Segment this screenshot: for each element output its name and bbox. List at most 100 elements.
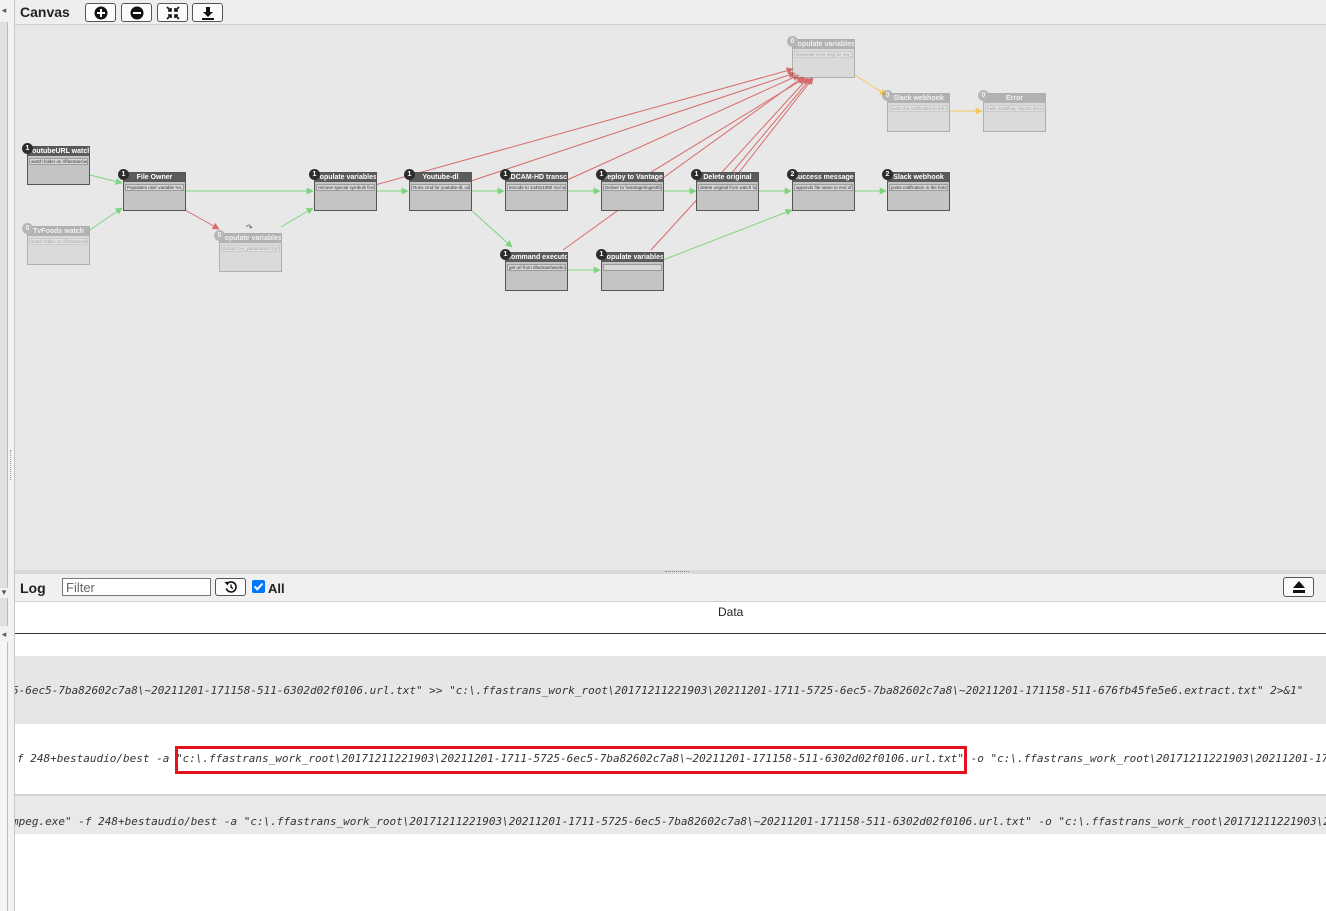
node-title: Error [984,94,1045,103]
canvas-title: Canvas [20,4,70,20]
node-title: XDCAM-HD transcode [506,173,567,182]
node-badge: 0 [882,90,893,101]
node-description: remove special symbols from input [316,184,375,191]
node-populate-variables-1[interactable]: 1 Populate variables remove special symbol… [309,169,377,211]
log-row-text: 5-6ec5-7ba82602c7a8\~20211201-171158-511… [15,684,1304,697]
log-table-header: Data [15,602,1326,634]
node-title: Populate variables [602,253,663,262]
node-badge: 1 [500,249,511,260]
node-slack-webhook-ghost[interactable]: 0 Slack webhook posts the notification in … [882,90,950,132]
node-title: Command executor [506,253,567,262]
success-edges [89,174,887,274]
zoom-in-icon [94,6,108,20]
node-tvfoods-watch[interactable]: 0 TvFoods watch watch folder on \\ffastran… [22,223,90,265]
log-filter-input[interactable] [62,578,211,596]
left-side-panel: ◂ ▾ ◂ [0,0,15,911]
node-youtube-url-watch[interactable]: 1 YoutubeURL watch watch folder on \\ffast… [22,143,90,185]
node-badge: 1 [596,169,607,180]
log-row[interactable]: mpeg.exe" -f 248+bestaudio/best -a "c:\.… [15,794,1326,834]
error-edges [184,67,814,251]
node-description: Deliver to \\vantage\ingest\fast [603,184,662,191]
node-description: encode to 1440x1080 mxf with [507,184,566,191]
node-title: Populate variables [220,234,281,243]
node-description: appends file name to end of success [794,184,853,191]
app-root: ◂ ▾ ◂ Canvas ↷ 1 YoutubeURL watch watch … [0,0,1326,911]
log-row[interactable]: f 248+bestaudio/best -a "c:\.ffastrans_w… [15,724,1326,794]
workflow-edges: ↷ [89,67,983,274]
eject-button[interactable] [1283,577,1314,597]
node-badge: 0 [214,230,225,241]
node-badge: 1 [118,169,129,180]
log-title: Log [20,580,46,596]
node-description: watch folder on \\ffastrans\watchfolders… [29,158,88,165]
node-delete-original[interactable]: 1 Delete original delete original from wat… [691,169,759,211]
node-badge: 1 [309,169,320,180]
node-description: Runs cmd for youtube-dl, uses url [411,184,470,191]
node-badge: 2 [882,169,893,180]
collapse-arrow-icon-2[interactable]: ▾ [0,586,8,598]
node-slack-webhook-1[interactable]: 2 Slack webhook posts notification in the … [882,169,950,211]
node-badge: 0 [22,223,33,234]
side-scrollbar-top[interactable] [0,22,8,588]
fit-to-screen-button[interactable] [157,3,188,22]
node-description: get url from dfastrans\workroot [507,264,566,271]
node-title: Deploy to Vantage [602,173,663,182]
node-description: delete original from watch folder [698,184,757,191]
collapse-arrow-icon-3[interactable]: ◂ [0,628,8,640]
column-header-data[interactable]: Data [718,605,743,619]
log-header: Log All [15,574,1326,602]
node-description: Populates user variable %s_owner [125,184,184,191]
node-badge: 0 [978,90,989,101]
node-description: watch folder on \\ffastrans\watchfolders… [29,238,88,245]
node-deploy-to-vantage[interactable]: 1 Deploy to Vantage Deliver to \\vantage\i… [596,169,664,211]
node-title: Populate variables [315,173,376,182]
node-error-node[interactable]: 0Error Fails workflow, reports error msg [978,90,1046,132]
node-description [603,264,662,271]
node-populate-variables-error[interactable]: 0 Populate variables Generate error msg fo… [787,36,855,78]
node-populate-variables-ghost[interactable]: 0 Populate variables Extract %s_parameters… [214,230,282,272]
node-title: Success message [793,173,854,182]
node-description: posts notification in the bots channel [889,184,948,191]
node-title: YoutubeURL watch [28,147,89,156]
history-reset-icon [224,581,237,593]
zoom-in-button[interactable] [85,3,116,22]
node-populate-variables-2[interactable]: 1 Populate variables [596,249,664,291]
node-description: posts the notification in the bots [889,105,948,112]
node-description: Generate error msg for %s_errormsg [794,51,853,58]
side-scrollbar-bottom[interactable] [0,642,8,911]
all-checkbox-label: All [268,581,285,596]
node-file-owner[interactable]: 1File Owner Populates user variable %s_ow… [118,169,186,211]
node-title: Youtube-dl [410,173,471,182]
fit-to-screen-icon [166,6,180,20]
node-title: File Owner [124,173,185,182]
zoom-out-icon [130,6,144,20]
all-checkbox[interactable] [252,580,265,593]
log-row-text: f 248+bestaudio/best -a "c:\.ffastrans_w… [17,752,1326,765]
node-title: Slack webhook [888,173,949,182]
zoom-out-button[interactable] [121,3,152,22]
vertical-resize-grip[interactable] [10,450,13,480]
node-description: Extract %s_parameters from source name [221,245,280,252]
node-xdcam-hd-transcode[interactable]: 1XDCAM-HD transcode encode to 1440x1080 m… [500,169,568,211]
checkmark-icon [253,582,264,591]
eject-icon [1293,581,1305,593]
node-badge: 0 [787,36,798,47]
node-badge: 2 [787,169,798,180]
node-badge: 1 [691,169,702,180]
node-badge: 1 [596,249,607,260]
download-icon [202,7,214,20]
node-title: Slack webhook [888,94,949,103]
download-button[interactable] [192,3,223,22]
node-title: Populate variables [793,40,854,49]
side-scrollbar-mid[interactable] [0,598,8,626]
node-badge: 1 [22,143,33,154]
collapse-arrow-icon[interactable]: ◂ [0,4,8,16]
node-command-executor[interactable]: 1 Command executor get url from dfastrans\… [500,249,568,291]
reset-filter-button[interactable] [215,578,246,596]
node-title: TvFoods watch [28,227,89,236]
node-success-message[interactable]: 2 Success message appends file name to end… [787,169,855,211]
log-row[interactable]: 5-6ec5-7ba82602c7a8\~20211201-171158-511… [15,656,1326,724]
workflow-canvas[interactable]: ↷ 1 YoutubeURL watch watch folder on \\ffa… [15,25,1326,570]
svg-text:↷: ↷ [246,223,253,232]
node-youtube-dl[interactable]: 1Youtube-dl Runs cmd for youtube-dl, uses… [404,169,472,211]
